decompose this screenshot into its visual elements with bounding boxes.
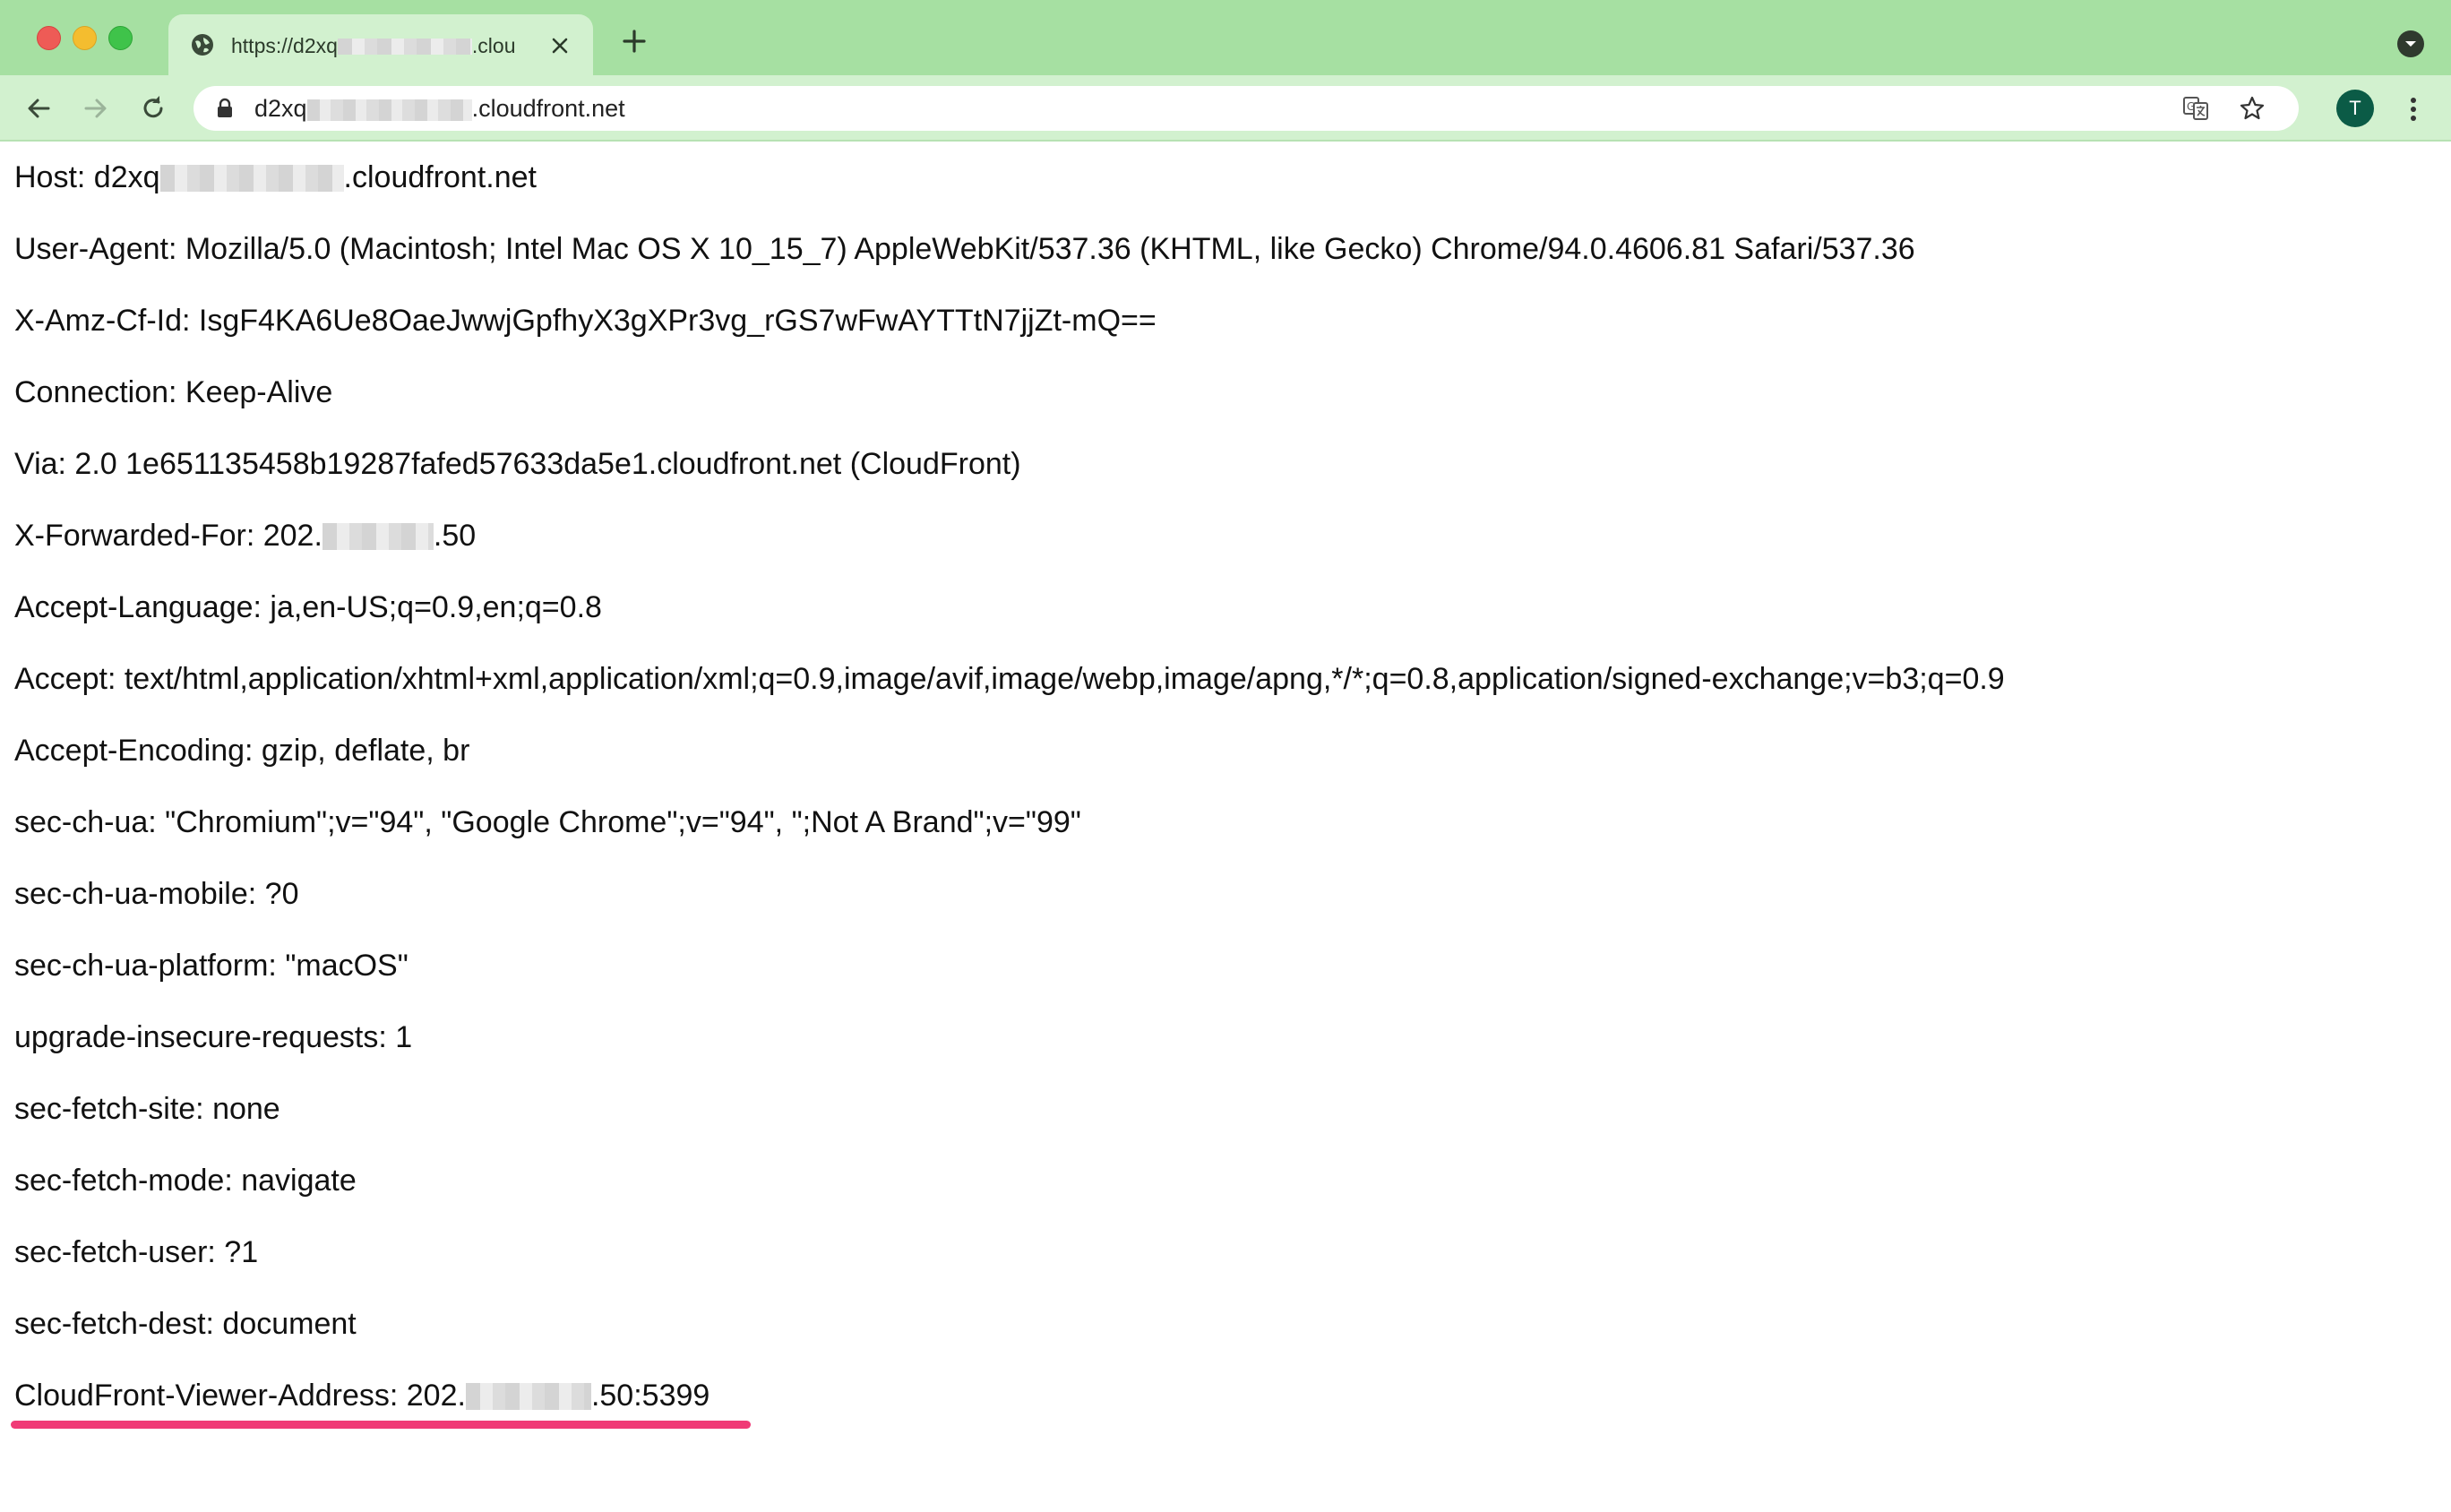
header-line: Connection: Keep-Alive — [14, 369, 2433, 441]
redacted-value — [159, 165, 344, 192]
header-text: upgrade-insecure-requests: 1 — [14, 1020, 413, 1054]
header-line: User-Agent: Mozilla/5.0 (Macintosh; Inte… — [14, 226, 2433, 297]
highlight-underline — [11, 1421, 751, 1429]
arrow-right-icon[interactable] — [79, 91, 113, 125]
lock-icon[interactable] — [215, 98, 235, 119]
header-text: Accept-Encoding: gzip, deflate, br — [14, 734, 470, 768]
header-line: Host: d2xq .cloudfront.net — [14, 154, 2433, 226]
header-text: X-Forwarded-For: 202. — [14, 519, 322, 553]
browser-tab[interactable]: https://d2xq .clou — [168, 14, 593, 75]
window-minimize-button[interactable] — [73, 26, 97, 50]
header-text: CloudFront-Viewer-Address: 202. — [14, 1379, 466, 1413]
header-text: sec-ch-ua-platform: "macOS" — [14, 949, 408, 983]
redacted-value — [465, 1383, 591, 1410]
globe-icon — [192, 34, 213, 56]
header-text: Accept: text/html,application/xhtml+xml,… — [14, 662, 2005, 696]
browser-toolbar: d2xq .cloudfront.net G — [0, 75, 2451, 142]
header-line: Accept: text/html,application/xhtml+xml,… — [14, 656, 2433, 727]
header-text: X-Amz-Cf-Id: IsgF4KA6Ue8OaeJwwjGpfhyX3gX… — [14, 304, 1157, 338]
address-bar[interactable]: d2xq .cloudfront.net G — [194, 86, 2299, 131]
plus-icon[interactable] — [616, 23, 652, 59]
chevron-down-icon[interactable] — [2397, 30, 2424, 57]
header-line: sec-fetch-dest: document — [14, 1301, 2433, 1372]
header-text: Accept-Language: ja,en-US;q=0.9,en;q=0.8 — [14, 590, 602, 624]
header-text: Host: d2xq — [14, 160, 160, 194]
header-text: sec-fetch-dest: document — [14, 1307, 357, 1341]
avatar[interactable]: T — [2336, 90, 2374, 127]
header-line: sec-fetch-user: ?1 — [14, 1229, 2433, 1301]
header-text: sec-ch-ua: "Chromium";v="94", "Google Ch… — [14, 805, 1081, 839]
header-text: Via: 2.0 1e651135458b19287fafed57633da5e… — [14, 447, 1021, 481]
kebab-menu-icon[interactable] — [2403, 91, 2424, 127]
redacted-value — [322, 523, 434, 550]
tab-title: https://d2xq .clou — [231, 34, 516, 57]
star-icon[interactable] — [2238, 94, 2266, 123]
header-text-suffix: .50:5399 — [590, 1379, 710, 1413]
header-text-suffix: .50 — [433, 519, 477, 553]
header-text: sec-fetch-mode: navigate — [14, 1164, 357, 1198]
header-text: sec-fetch-site: none — [14, 1092, 280, 1126]
header-line: upgrade-insecure-requests: 1 — [14, 1014, 2433, 1086]
header-line: Accept-Encoding: gzip, deflate, br — [14, 727, 2433, 799]
url-text: d2xq .cloudfront.net — [254, 95, 625, 122]
header-text: sec-ch-ua-mobile: ?0 — [14, 877, 299, 911]
window-close-button[interactable] — [37, 26, 61, 50]
translate-icon[interactable]: G — [2182, 96, 2209, 121]
header-line: sec-ch-ua-platform: "macOS" — [14, 942, 2433, 1014]
header-line: sec-fetch-site: none — [14, 1086, 2433, 1157]
window-maximize-button[interactable] — [108, 26, 133, 50]
header-list: Host: d2xq .cloudfront.net User-Agent: Moz… — [14, 154, 2433, 1444]
arrow-left-icon[interactable] — [22, 91, 56, 125]
header-line: Via: 2.0 1e651135458b19287fafed57633da5e… — [14, 441, 2433, 512]
header-text: sec-fetch-user: ?1 — [14, 1235, 259, 1269]
header-line: X-Forwarded-For: 202. .50 — [14, 512, 2433, 584]
header-text-suffix: .cloudfront.net — [343, 160, 538, 194]
header-line: Accept-Language: ja,en-US;q=0.9,en;q=0.8 — [14, 584, 2433, 656]
close-icon[interactable] — [548, 34, 572, 57]
header-line: sec-ch-ua-mobile: ?0 — [14, 871, 2433, 942]
header-line: CloudFront-Viewer-Address: 202. .50:5399 — [14, 1372, 2433, 1444]
header-text: User-Agent: Mozilla/5.0 (Macintosh; Inte… — [14, 232, 1915, 266]
reload-icon[interactable] — [136, 91, 170, 125]
header-line: sec-ch-ua: "Chromium";v="94", "Google Ch… — [14, 799, 2433, 871]
tab-strip: https://d2xq .clou — [0, 0, 2451, 75]
header-text: Connection: Keep-Alive — [14, 375, 333, 409]
header-line: sec-fetch-mode: navigate — [14, 1157, 2433, 1229]
header-line: X-Amz-Cf-Id: IsgF4KA6Ue8OaeJwwjGpfhyX3gX… — [14, 297, 2433, 369]
